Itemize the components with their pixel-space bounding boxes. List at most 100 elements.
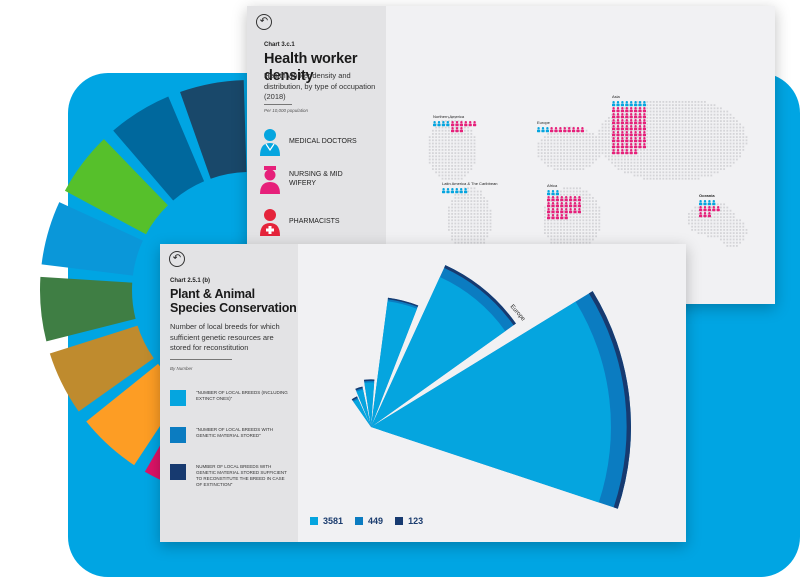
map-dot bbox=[675, 149, 677, 151]
map-dot bbox=[688, 161, 690, 164]
map-dot bbox=[672, 117, 674, 119]
map-dot bbox=[662, 174, 665, 177]
map-dot bbox=[473, 155, 476, 158]
person-icon-body bbox=[712, 208, 716, 212]
back-button[interactable]: ↶ bbox=[256, 14, 272, 30]
map-dot bbox=[710, 133, 713, 135]
map-dot bbox=[681, 155, 684, 158]
person-icon-body bbox=[634, 145, 638, 149]
map-dot bbox=[742, 149, 745, 151]
region-label: Northern America bbox=[433, 114, 465, 119]
map-dot bbox=[435, 133, 437, 135]
person-icon bbox=[638, 101, 642, 104]
map-dot bbox=[745, 232, 748, 234]
map-dot bbox=[707, 149, 709, 151]
map-dot bbox=[553, 219, 556, 222]
map-dot bbox=[700, 152, 703, 154]
map-dot bbox=[704, 145, 706, 148]
map-dot bbox=[451, 171, 453, 174]
map-dot bbox=[556, 238, 559, 241]
map-dot bbox=[480, 238, 482, 241]
person-icon-body bbox=[620, 151, 624, 155]
map-dot bbox=[476, 222, 479, 225]
map-dot bbox=[646, 117, 649, 119]
map-dot bbox=[732, 245, 735, 247]
person-icon-body bbox=[567, 129, 571, 133]
map-dot bbox=[732, 158, 735, 161]
map-dot bbox=[560, 133, 562, 135]
person-icon-body bbox=[629, 103, 633, 107]
map-dot bbox=[672, 174, 674, 177]
map-dot bbox=[659, 133, 661, 135]
map-dot bbox=[544, 206, 546, 209]
person-icon-body bbox=[555, 204, 559, 208]
map-dot bbox=[665, 117, 668, 119]
map-dot bbox=[659, 129, 661, 132]
map-dot bbox=[704, 155, 706, 158]
map-dot bbox=[704, 229, 706, 231]
map-dot bbox=[665, 133, 668, 135]
map-dot bbox=[704, 117, 706, 119]
map-dot bbox=[646, 113, 649, 116]
map-dot bbox=[710, 104, 713, 106]
map-dot bbox=[483, 197, 485, 199]
map-dot bbox=[713, 216, 716, 218]
map-dot bbox=[448, 142, 450, 145]
region-label: Latin America & The Caribbean bbox=[442, 181, 498, 186]
occupation-nursing: NURSING & MID WIFERY bbox=[259, 165, 349, 195]
map-dot bbox=[723, 235, 725, 238]
map-dot bbox=[432, 145, 434, 148]
person-icon bbox=[560, 214, 563, 217]
map-dot bbox=[691, 161, 693, 164]
map-dot bbox=[563, 168, 565, 170]
map-dot bbox=[595, 136, 597, 138]
map-dot bbox=[470, 158, 473, 161]
map-dot bbox=[579, 216, 581, 218]
map-dot bbox=[659, 120, 661, 122]
map-dot bbox=[572, 145, 575, 148]
map-dot bbox=[707, 168, 709, 170]
map-dot bbox=[643, 171, 645, 174]
map-dot bbox=[592, 238, 594, 241]
map-dot bbox=[656, 149, 658, 151]
map-dot bbox=[704, 126, 706, 129]
map-dot bbox=[742, 139, 745, 142]
map-dot bbox=[630, 165, 633, 167]
map-dot bbox=[697, 149, 700, 151]
map-dot bbox=[649, 129, 652, 132]
map-dot bbox=[588, 222, 591, 225]
map-dot bbox=[582, 213, 585, 215]
map-dot bbox=[668, 165, 671, 167]
map-dot bbox=[649, 165, 652, 167]
person-icon-body bbox=[616, 109, 620, 113]
map-dot bbox=[697, 171, 700, 174]
map-dot bbox=[739, 222, 741, 225]
person-icon-body bbox=[459, 190, 463, 194]
map-dot bbox=[672, 113, 674, 116]
map-dot bbox=[688, 113, 690, 116]
map-dot bbox=[553, 161, 556, 164]
map-dot bbox=[694, 152, 697, 154]
map-dot bbox=[480, 209, 482, 212]
map-dot bbox=[672, 161, 674, 164]
map-dot bbox=[553, 168, 556, 170]
map-dot bbox=[611, 158, 613, 161]
map-dot bbox=[473, 197, 476, 199]
map-dot bbox=[736, 235, 738, 238]
map-dot bbox=[700, 145, 703, 148]
map-dot bbox=[569, 158, 572, 161]
back-button[interactable]: ↶ bbox=[169, 251, 185, 267]
map-dot bbox=[716, 229, 719, 231]
map-dot bbox=[588, 219, 591, 222]
map-dot bbox=[480, 222, 482, 225]
map-dot bbox=[454, 165, 457, 167]
map-dot bbox=[563, 232, 565, 234]
person-icon bbox=[638, 131, 642, 134]
person-icon bbox=[643, 107, 646, 110]
map-dot bbox=[700, 129, 703, 132]
map-dot bbox=[716, 142, 719, 145]
map-dot bbox=[700, 174, 703, 177]
person-icon-body bbox=[612, 121, 616, 125]
map-dot bbox=[694, 133, 697, 135]
map-dot bbox=[691, 219, 693, 222]
